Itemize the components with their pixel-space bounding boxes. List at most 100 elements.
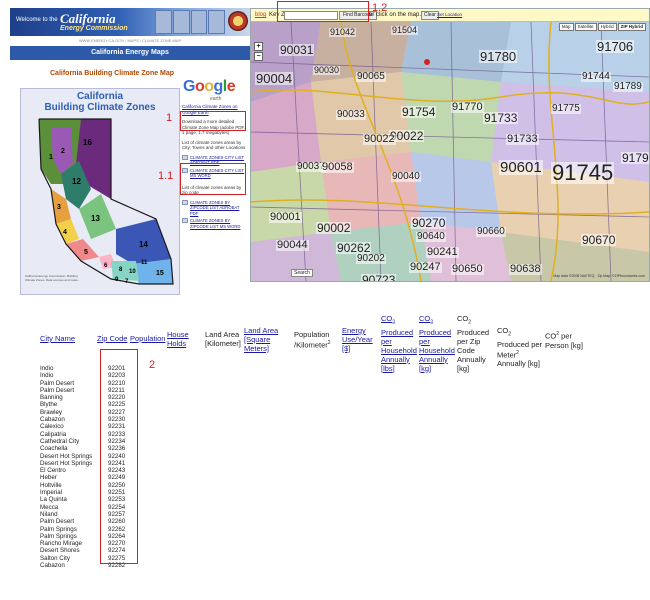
- zip-label: 90241: [426, 246, 459, 258]
- city-cell: Heber: [40, 474, 57, 482]
- city-cell: El Centro: [40, 467, 66, 475]
- zip-label: 91733: [506, 133, 539, 145]
- col-land-area-sqm[interactable]: Land Area [Square Meters]: [244, 326, 280, 353]
- zip-list-pdf-link[interactable]: CLIMATE ZONES BY ZIPCODE LIST ADROBAT PD…: [182, 199, 248, 217]
- map-type-map[interactable]: Map: [558, 23, 574, 31]
- zip-label: 91745: [551, 160, 615, 185]
- map-type-satellite[interactable]: Satellite: [574, 23, 597, 31]
- city-cell: Palm Springs: [40, 525, 77, 533]
- zip-label: 90247: [409, 261, 442, 273]
- map-search-button[interactable]: Search: [291, 269, 313, 277]
- col-population[interactable]: Population: [130, 334, 165, 343]
- city-cell: Salton City: [40, 554, 70, 562]
- zip-label: 90040: [391, 171, 421, 182]
- callout-label-2: 2: [149, 359, 156, 371]
- callout-box-1-2: [277, 1, 369, 22]
- zone-label-4: 4: [63, 229, 67, 236]
- table-header: City Name Zip Code Population House Hold…: [0, 310, 650, 373]
- map-type-hybrid[interactable]: Hybrid: [597, 23, 617, 31]
- zip-label: 91754: [401, 105, 437, 119]
- zip-label: 90031: [279, 43, 315, 57]
- zone-label-5: 5: [84, 249, 88, 256]
- zip-code-map-page: blog Key Zip Find Barcode or click on th…: [250, 8, 650, 282]
- zip-label: 90723: [361, 274, 397, 281]
- map-marker-icon: [424, 59, 430, 65]
- zip-label: 90058: [321, 161, 354, 173]
- zip-list-word-link[interactable]: CLIMATE ZONES BY ZIPCODE LIST MS WORD: [182, 218, 248, 229]
- city-cell: Cabazon: [40, 416, 65, 424]
- city-cell: Desert Hot Springs: [40, 452, 93, 460]
- blog-link[interactable]: blog: [255, 9, 266, 21]
- zip-label: 90640: [416, 231, 446, 242]
- zip-label: 91790: [621, 152, 649, 164]
- city-cell: Indio: [40, 365, 54, 372]
- zone-label-12: 12: [72, 177, 81, 186]
- map-note: California Energy Commission. Building C…: [25, 274, 79, 282]
- state-seal-icon: [228, 11, 248, 31]
- zone-label-3: 3: [57, 204, 61, 211]
- zip-label: 90270: [411, 216, 447, 230]
- banner-photos: [155, 10, 225, 34]
- zip-label: 91789: [613, 81, 643, 92]
- col-city-name[interactable]: City Name: [40, 334, 75, 343]
- banner-org-subtitle: Energy Commission: [60, 25, 128, 32]
- set-location-link[interactable]: Set Location: [437, 9, 462, 21]
- zip-label: 90670: [581, 233, 617, 247]
- zoom-in-icon[interactable]: +: [254, 42, 263, 51]
- col-pop-density: Population/Kilometer2: [294, 330, 331, 350]
- city-cell: Brawley: [40, 408, 63, 416]
- zip-label: 90065: [356, 71, 386, 82]
- col-energy-use[interactable]: Energy Use/Year [$]: [342, 326, 373, 353]
- city-cell: Calipatria: [40, 430, 67, 438]
- map-type-zip-hybrid[interactable]: ZIP Hybrid: [617, 23, 646, 31]
- callout-box-1-1: [180, 163, 246, 195]
- zip-label: 91780: [479, 49, 518, 64]
- city-cell: Holtville: [40, 481, 62, 489]
- breadcrumb[interactable]: WWW.ENERGY.CA.GOV / MAPS / CLIMATE ZONE …: [10, 37, 250, 45]
- zone-label-15: 15: [156, 270, 164, 277]
- zip-label: 90004: [255, 71, 294, 86]
- google-earth-logo[interactable]: Google: [183, 78, 236, 96]
- map-title: California Building Climate Zone Map: [50, 70, 175, 77]
- callout-label-1-2: 1.2: [372, 2, 388, 14]
- zip-label: 90638: [509, 263, 542, 275]
- col-co2-household-lbs[interactable]: CO2 Produced per Household Annually [lbs…: [381, 314, 417, 373]
- zip-label: 90022: [363, 133, 396, 145]
- callout-box-1: [180, 111, 246, 131]
- zip-label: 91706: [596, 39, 635, 54]
- col-co2-household-kg[interactable]: CO2 Produced per Household Annually [kg]: [419, 314, 455, 373]
- city-cell: Niland: [40, 510, 58, 518]
- col-zip-code[interactable]: Zip Code: [97, 334, 127, 343]
- col-households[interactable]: House Holds: [167, 330, 193, 348]
- city-cell: Palm Desert: [40, 379, 75, 387]
- zoom-out-icon[interactable]: −: [254, 52, 263, 61]
- col-co2-meter: CO2 Produced per Meter2 Annually [kg]: [497, 326, 543, 368]
- cec-climate-zone-page: Welcome to the California Energy Commiss…: [10, 8, 250, 298]
- google-earth-subtitle: earth: [210, 96, 222, 102]
- col-land-area-km: Land Area [Kilometer]: [205, 330, 241, 348]
- callout-box-2: [100, 349, 138, 564]
- col-co2-zip: CO2 Produced per Zip Code Annually [kg]: [457, 314, 490, 373]
- zip-map-canvas[interactable]: + − 91042 91504 91706 90031 91780 91744 91789 9…: [251, 22, 649, 281]
- cec-banner: Welcome to the California Energy Commiss…: [10, 8, 250, 36]
- city-cell: Imperial: [40, 489, 63, 497]
- zone-label-2: 2: [61, 148, 65, 155]
- city-cell: Desert Shores: [40, 547, 80, 555]
- climate-zone-map[interactable]: California Building Climate Zones 16 1 2…: [20, 88, 180, 295]
- city-cell: Palm Springs: [40, 532, 77, 540]
- city-cell: Indio: [40, 372, 54, 380]
- zip-label: 90030: [313, 65, 341, 75]
- zip-label: 90601: [499, 159, 543, 176]
- city-cell: Mecca: [40, 503, 59, 511]
- callout-label-1-1: 1.1: [158, 170, 174, 182]
- city-cell: Banning: [40, 394, 63, 402]
- zone-label-14: 14: [139, 240, 148, 249]
- map-type-selector[interactable]: Map Satellite Hybrid ZIP Hybrid: [558, 23, 646, 31]
- zip-label: 91775: [551, 103, 581, 114]
- zip-label: 90202: [356, 253, 386, 264]
- zone-label-11: 11: [141, 260, 148, 266]
- zip-label: 90650: [451, 263, 484, 275]
- zip-label: 90044: [276, 239, 309, 251]
- california-zones-svg: 16 1 2 12 3 4 13 5 14 15 6 8 10 9 7 11: [38, 118, 174, 285]
- city-cell: Calexico: [40, 423, 64, 431]
